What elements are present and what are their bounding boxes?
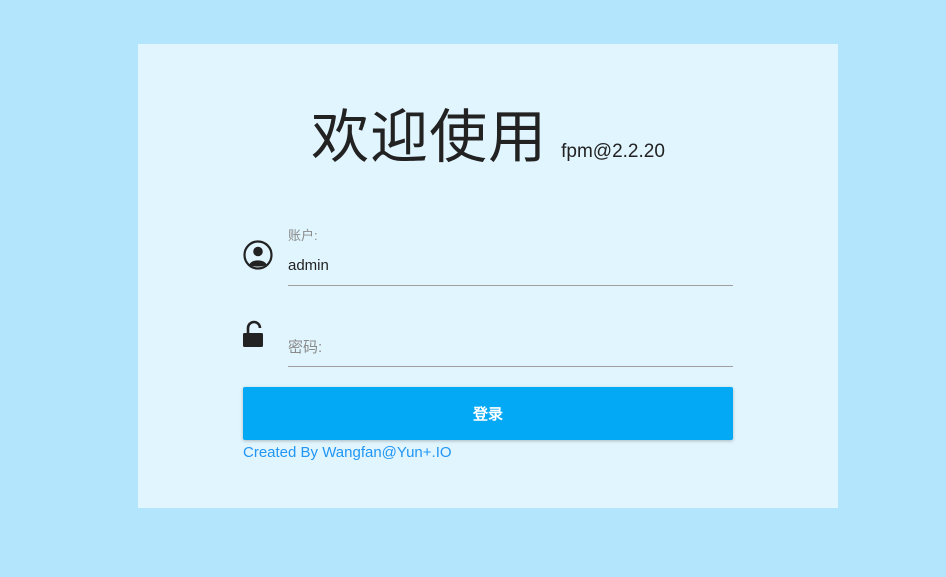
account-circle-icon (243, 240, 273, 270)
version-label: fpm@2.2.20 (561, 141, 665, 162)
account-input[interactable] (288, 254, 733, 276)
account-field: 账户: (243, 222, 733, 292)
password-underline (288, 366, 733, 367)
header: 欢迎使用 fpm@2.2.20 (138, 108, 838, 166)
credit-link[interactable]: Created By Wangfan@Yun+.IO (243, 444, 452, 461)
password-label[interactable]: 密码: (288, 336, 322, 357)
lock-open-icon (243, 320, 273, 350)
login-button[interactable]: 登录 (243, 387, 733, 440)
page-title: 欢迎使用 (311, 103, 548, 171)
account-underline (288, 285, 733, 286)
login-card: 欢迎使用 fpm@2.2.20 账户: 密码: 登录 Created By Wa… (138, 44, 838, 508)
password-field: 密码: (243, 320, 733, 370)
account-label: 账户: (288, 228, 318, 243)
